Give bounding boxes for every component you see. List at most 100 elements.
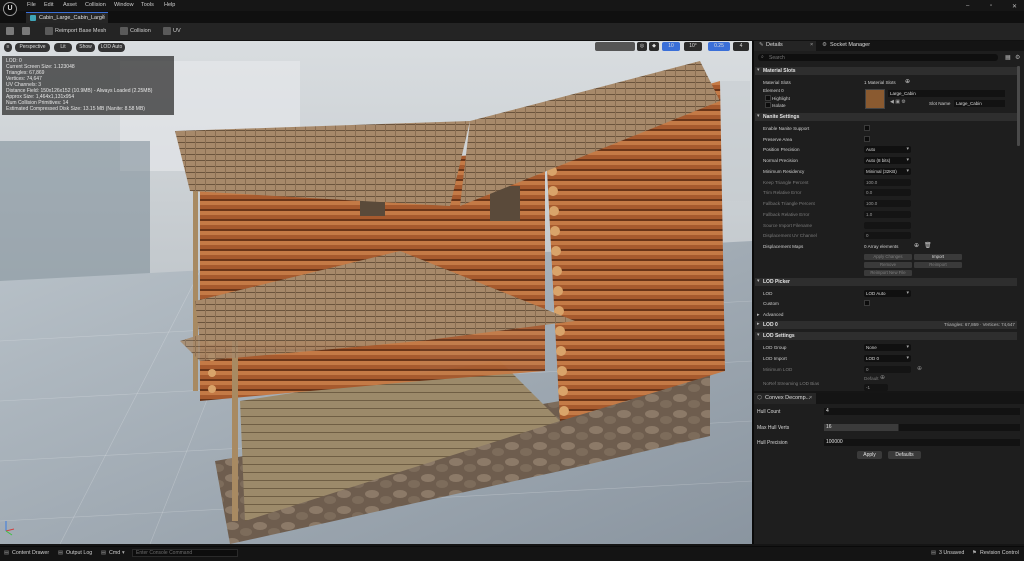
lod-group-dropdown[interactable]: None <box>864 344 911 351</box>
add-material-icon[interactable]: ⊕ <box>905 78 910 85</box>
preserve-area-checkbox[interactable] <box>864 136 870 142</box>
close-window-icon[interactable]: ✕ <box>1012 3 1017 10</box>
rotation-snap-value[interactable]: 10° <box>684 42 702 51</box>
add-element-icon[interactable]: ⊕ <box>914 242 919 249</box>
element-0-label: Element 0 <box>763 88 784 93</box>
enable-nanite-checkbox[interactable] <box>864 125 870 131</box>
highlight-checkbox[interactable] <box>765 95 771 101</box>
material-slots-count: 1 Material Slots <box>864 80 896 85</box>
transform-tools[interactable] <box>595 42 635 51</box>
viewport-menu-icon[interactable]: ≡ <box>4 43 12 52</box>
menu-edit[interactable]: Edit <box>44 2 53 8</box>
noref-add-icon[interactable]: ⊕ <box>880 374 885 381</box>
uv-icon <box>163 27 171 35</box>
settings-icon[interactable]: ⚙ <box>1015 54 1020 61</box>
close-convex-icon[interactable]: × <box>809 395 812 401</box>
source-import-label: Source Import Filename <box>763 223 813 228</box>
advanced-label[interactable]: Advanced <box>763 312 783 317</box>
remove-button[interactable]: Remove <box>864 262 912 268</box>
lit-button[interactable]: Lit <box>54 43 72 52</box>
menu-tools[interactable]: Tools <box>141 2 154 8</box>
apply-changes-button[interactable]: Apply Changes <box>864 254 912 260</box>
custom-label: Custom <box>763 301 779 306</box>
minimize-icon[interactable]: – <box>966 3 969 9</box>
position-precision-dropdown[interactable]: Auto <box>864 146 911 153</box>
lod-picker-header[interactable]: ▾ LOD Picker <box>755 278 1017 286</box>
trim-error-field[interactable]: 0.0 <box>864 189 911 196</box>
tab-socket-manager[interactable]: Socket Manager <box>830 42 870 48</box>
reimport-icon <box>45 27 53 35</box>
grid-snap-value[interactable]: 10 <box>662 42 680 51</box>
chevron-down-icon[interactable]: ▾ <box>122 550 125 556</box>
tab-static-mesh[interactable]: Cabin_Large_Cabin_Large × <box>26 12 108 23</box>
close-details-icon[interactable]: × <box>810 42 813 48</box>
console-command-input[interactable]: Enter Console Command <box>132 549 238 557</box>
reimport-nanite-button[interactable]: Reimport <box>914 262 962 268</box>
normal-precision-dropdown[interactable]: Auto (8 bits) <box>864 157 911 164</box>
tab-convex-decomposition[interactable]: ⬡ Convex Decomp... × <box>754 393 816 404</box>
minimum-residency-dropdown[interactable]: Minimal (32KB) <box>864 168 911 175</box>
noref-value-field[interactable]: -1 <box>864 384 888 391</box>
slot-name-field[interactable]: Large_Cabin <box>954 100 1005 107</box>
keep-triangle-field[interactable]: 100.0 <box>864 179 911 186</box>
max-hull-verts-slider[interactable]: 16 <box>824 424 1020 431</box>
revision-control-button[interactable]: Revision Control <box>980 550 1019 556</box>
expand-chevron-icon: ▸ <box>757 321 760 327</box>
menu-asset[interactable]: Asset <box>63 2 77 8</box>
content-drawer-button[interactable]: Content Drawer <box>12 550 49 556</box>
menu-window[interactable]: Window <box>114 2 134 8</box>
unsaved-button[interactable]: 3 Unsaved <box>939 550 964 556</box>
min-lod-options-icon[interactable]: ⊕ <box>917 365 922 372</box>
fallback-triangle-field[interactable]: 100.0 <box>864 200 911 207</box>
show-button[interactable]: Show <box>76 43 95 52</box>
lod-settings-header[interactable]: ▾ LOD Settings <box>755 332 1017 340</box>
custom-checkbox[interactable] <box>864 300 870 306</box>
hull-precision-field[interactable]: 100000 <box>824 439 1020 446</box>
details-search-input[interactable] <box>758 54 998 61</box>
cmd-dropdown[interactable]: Cmd <box>109 550 120 556</box>
menu-collision[interactable]: Collision <box>85 2 106 8</box>
hull-count-field[interactable]: 4 <box>824 408 1020 415</box>
browse-icon[interactable] <box>22 27 30 35</box>
menu-help[interactable]: Help <box>164 2 175 8</box>
lod-auto-button[interactable]: LOD Auto <box>98 43 125 52</box>
material-slots-header[interactable]: ▾ Material Slots <box>755 67 1017 75</box>
browse-material-icon[interactable]: ◀ ▣ ⚙ <box>890 99 906 105</box>
isolate-checkbox[interactable] <box>765 102 771 108</box>
fallback-error-field[interactable]: 1.0 <box>864 211 911 218</box>
menu-file[interactable]: File <box>27 2 36 8</box>
source-import-field[interactable] <box>864 222 911 229</box>
tab-convex-label: Convex Decomp... <box>765 395 811 401</box>
lod-dropdown[interactable]: LOD Auto <box>864 290 911 297</box>
displacement-uv-field[interactable]: 0 <box>864 232 911 239</box>
reimport-button[interactable]: Reimport Base Mesh <box>55 28 106 34</box>
save-icon[interactable] <box>6 27 14 35</box>
perspective-button[interactable]: Perspective <box>15 43 50 52</box>
delete-elements-icon[interactable]: 🗑 <box>924 242 932 249</box>
maximize-icon[interactable]: ▫ <box>990 3 992 9</box>
collision-dropdown[interactable]: Collision <box>130 28 151 34</box>
import-button[interactable]: Import <box>914 254 962 260</box>
minimum-lod-field[interactable]: 0 <box>864 366 911 373</box>
expand-advanced-icon[interactable]: ▸ <box>757 312 760 318</box>
displacement-maps-count: 0 Array elements <box>864 244 899 249</box>
details-scrollbar[interactable] <box>1017 66 1020 146</box>
lod-import-dropdown[interactable]: LOD 0 <box>864 355 911 362</box>
material-asset-field[interactable]: Large_Cabin <box>888 90 1005 97</box>
viewport[interactable] <box>0 41 752 544</box>
apply-button[interactable]: Apply <box>857 451 882 459</box>
grid-view-icon[interactable]: ▦ <box>1005 54 1011 61</box>
material-thumbnail[interactable] <box>865 89 885 109</box>
select-icon[interactable]: ◎ <box>637 42 647 51</box>
reimport-new-file-button[interactable]: Reimport New File <box>864 270 912 276</box>
snap-icon[interactable]: ◆ <box>649 42 659 51</box>
scale-snap-value[interactable]: 0.25 <box>708 42 730 51</box>
uv-dropdown[interactable]: UV <box>173 28 181 34</box>
nanite-settings-header[interactable]: ▾ Nanite Settings <box>755 113 1017 121</box>
defaults-button[interactable]: Defaults <box>888 451 921 459</box>
tab-details[interactable]: ✎ Details × <box>754 41 816 51</box>
camera-speed-value[interactable]: 4 <box>733 42 749 51</box>
close-tab-icon[interactable]: × <box>101 14 105 20</box>
details-icon: ✎ <box>759 42 764 48</box>
output-log-button[interactable]: Output Log <box>66 550 92 556</box>
